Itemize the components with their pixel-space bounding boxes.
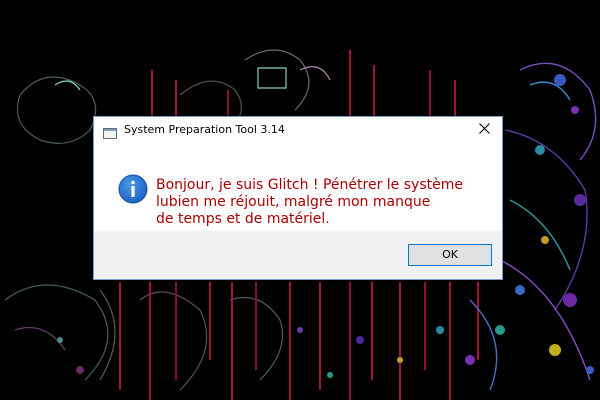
- ok-button[interactable]: OK: [408, 244, 492, 266]
- message-line: Bonjour, je suis Glitch ! Pénétrer le sy…: [156, 177, 463, 193]
- dialog-content: Bonjour, je suis Glitch ! Pénétrer le sy…: [94, 143, 502, 231]
- message-line: lubien me réjouit, malgré mon manque: [156, 194, 431, 210]
- message-dialog: System Preparation Tool 3.14 Bonjour, je…: [93, 116, 503, 280]
- app-window-icon: [103, 124, 117, 139]
- close-button[interactable]: [470, 117, 500, 141]
- close-icon: [479, 123, 490, 134]
- info-icon: [118, 174, 148, 204]
- dialog-title: System Preparation Tool 3.14: [124, 123, 285, 136]
- desktop-screen: System Preparation Tool 3.14 Bonjour, je…: [0, 0, 600, 400]
- dialog-footer: OK: [94, 231, 502, 279]
- message-line: de temps et de matériel.: [156, 211, 330, 227]
- dialog-titlebar[interactable]: System Preparation Tool 3.14: [94, 117, 502, 143]
- dialog-message: Bonjour, je suis Glitch ! Pénétrer le sy…: [156, 177, 491, 228]
